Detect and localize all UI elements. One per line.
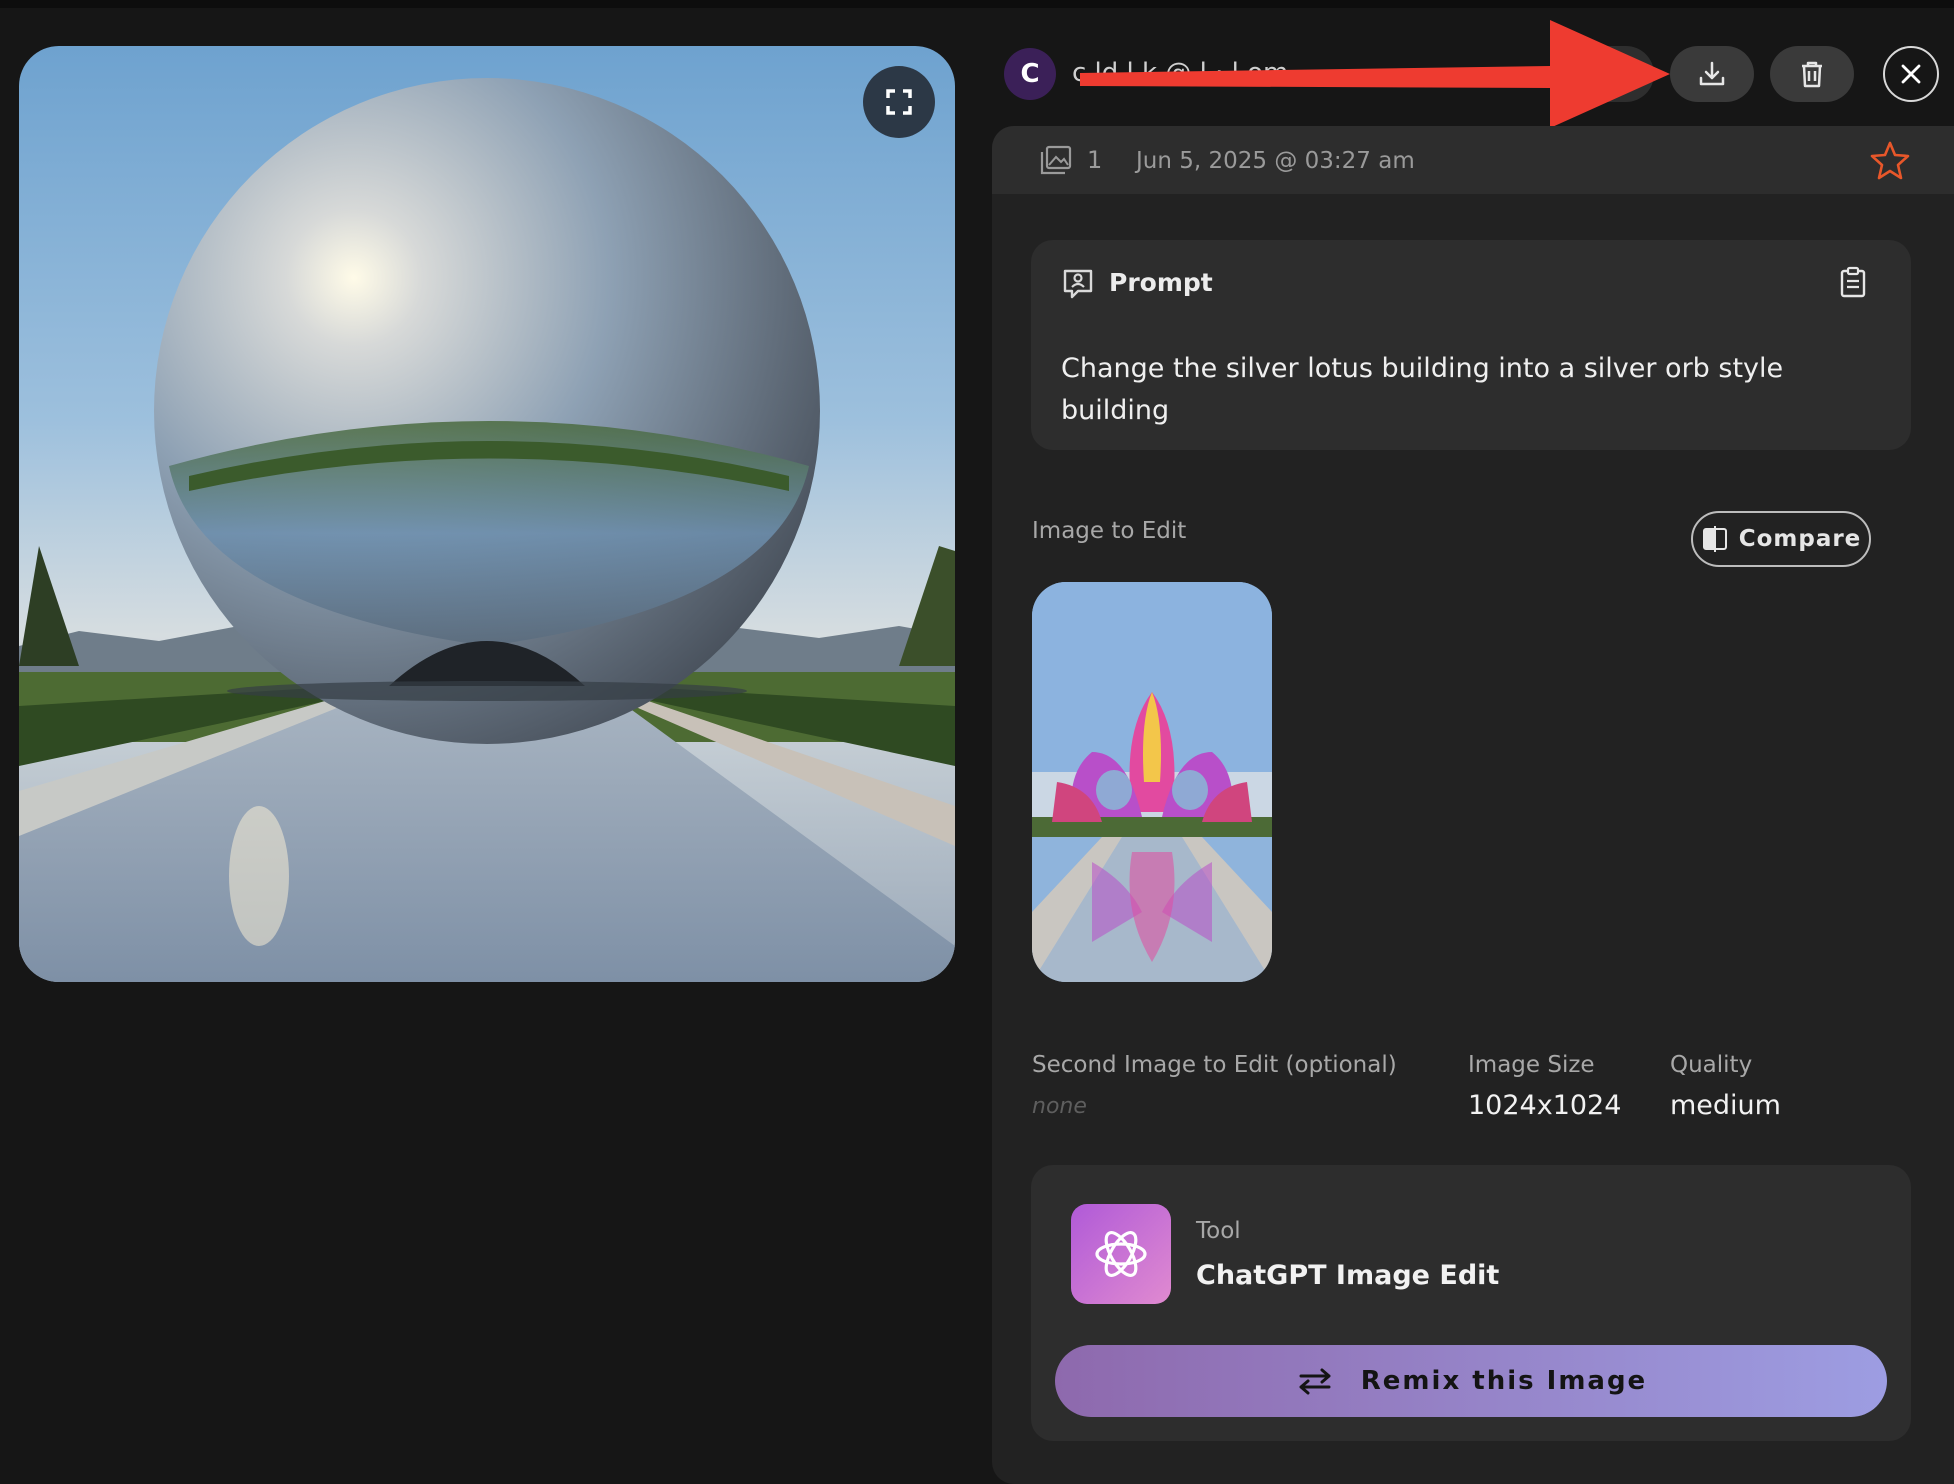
trash-icon [1802, 61, 1822, 88]
image-to-edit-label: Image to Edit [1032, 518, 1187, 544]
image-size-label: Image Size [1468, 1052, 1595, 1078]
gallery-icon [1040, 145, 1072, 175]
tool-logo [1071, 1204, 1171, 1304]
top-strip [0, 0, 1954, 8]
second-image-value: none [1032, 1094, 1087, 1119]
compare-label: Compare [1738, 526, 1862, 552]
lotus-building-illustration [1032, 582, 1272, 982]
tool-name: ChatGPT Image Edit [1196, 1260, 1500, 1291]
creator-name[interactable]: c ld l k @ l · l om [1072, 58, 1492, 92]
prompt-text: Change the silver lotus building into a … [1061, 353, 1784, 426]
avatar[interactable]: C [1004, 48, 1056, 100]
second-image-label: Second Image to Edit (optional) [1032, 1052, 1397, 1078]
clipboard-icon[interactable] [1838, 266, 1868, 298]
image-to-edit-thumbnail[interactable] [1032, 582, 1272, 982]
quality-label: Quality [1670, 1052, 1753, 1078]
quality-value: medium [1670, 1090, 1781, 1121]
openai-icon [1095, 1231, 1147, 1277]
image-count: 1 [1087, 146, 1103, 174]
swap-arrows-icon [1299, 1368, 1331, 1395]
download-button[interactable] [1670, 46, 1754, 102]
compare-icon [1702, 526, 1727, 552]
obscured-button[interactable] [1570, 46, 1654, 102]
generated-image[interactable] [19, 46, 955, 982]
creation-date: Jun 5, 2025 @ 03:27 am [1136, 148, 1415, 174]
image-size-value: 1024x1024 [1468, 1090, 1622, 1121]
orb-building-illustration [19, 78, 955, 982]
fullscreen-button[interactable] [863, 66, 935, 138]
prompt-title: Prompt [1109, 268, 1213, 297]
download-icon [1699, 61, 1725, 86]
compare-button[interactable]: Compare [1691, 511, 1871, 567]
delete-button[interactable] [1770, 46, 1854, 102]
remix-label: Remix this Image [1360, 1366, 1648, 1396]
tool-label: Tool [1196, 1218, 1241, 1244]
prompt-icon [1063, 269, 1093, 299]
star-icon[interactable] [1870, 140, 1910, 180]
close-button[interactable] [1883, 46, 1939, 102]
close-icon [1901, 64, 1921, 84]
expand-icon [886, 89, 912, 115]
remix-button[interactable]: Remix this Image [1055, 1345, 1887, 1417]
